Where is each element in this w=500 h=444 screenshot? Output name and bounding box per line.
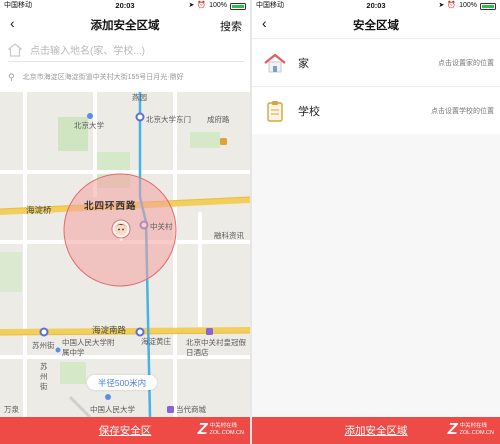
map-label-suzhou-street-vertical: 苏州街 (40, 362, 48, 391)
battery-percent: 100% (209, 2, 227, 9)
search-button[interactable]: 搜索 (220, 18, 242, 34)
location-pin-icon: ⚲ (8, 71, 15, 82)
back-button[interactable]: ‹ (262, 15, 267, 31)
map-label-north-4th-ring: 北四环西路 (84, 201, 137, 212)
nav-bar: ‹ 安全区域 (252, 13, 500, 37)
safe-zones-screen: 中国移动 20:03 ➤ ⏰ 100% ‹ 安全区域 家 点击设置家的位置 学校… (252, 0, 500, 444)
alarm-icon: ⏰ (447, 2, 457, 9)
search-placeholder[interactable]: 点击输入地名(家、学校...) (30, 42, 145, 57)
zol-watermark: Z 中关村在线 ZOL.COM.CN (197, 421, 244, 438)
map-label-peking-univ-east-gate: 北京大学东门 (146, 115, 191, 124)
map-canvas[interactable] (0, 92, 250, 417)
alarm-icon: ⏰ (197, 2, 207, 9)
zol-logo-icon: Z (447, 421, 458, 438)
zol-logo-icon: Z (197, 421, 208, 438)
map-label-renmin-univ: 中国人民大学 (90, 405, 135, 414)
map-label-yanyuan: 燕园 (132, 93, 147, 102)
map-label-haidian-huangzhuang: 海淀黄庄 (141, 337, 171, 346)
home-icon (264, 52, 286, 74)
add-bar: 添加安全区域 Z 中关村在线 ZOL.COM.CN (252, 417, 500, 444)
current-address-text: 北京市海淀区海淀街道中关村大街155号日月光·鼎好 (22, 74, 184, 81)
page-title: 添加安全区域 (90, 20, 160, 32)
back-button[interactable]: ‹ (10, 15, 15, 31)
safe-zone-item-school[interactable]: 学校 点击设置学校的位置 (252, 86, 500, 134)
zol-watermark: Z 中关村在线 ZOL.COM.CN (447, 421, 494, 438)
school-icon (264, 100, 286, 122)
status-bar: 中国移动 20:03 ➤ ⏰ 100% (0, 0, 250, 12)
map-label-holiday-inn: 北京中关村皇冠假日酒店 (186, 338, 246, 357)
safe-zone-hint-home: 点击设置家的位置 (438, 60, 494, 67)
safe-zone-name-home: 家 (298, 57, 309, 70)
map-label-dangdai-mall: 当代商城 (176, 405, 206, 414)
safe-zone-item-home[interactable]: 家 点击设置家的位置 (252, 38, 500, 86)
add-safe-zone-button[interactable]: 添加安全区域 (345, 423, 408, 438)
location-arrow-icon: ➤ (188, 2, 195, 9)
nav-bar: ‹ 添加安全区域 搜索 (0, 13, 250, 37)
status-bar: 中国移动 20:03 ➤ ⏰ 100% (252, 0, 500, 12)
location-arrow-icon: ➤ (438, 2, 445, 9)
battery-icon (230, 2, 246, 10)
map-label-haidian-south-road: 海淀南路 (92, 325, 127, 335)
home-pin-icon (8, 42, 22, 57)
map-label-wanquan: 万泉 (4, 405, 19, 414)
map-label-suzhoujie: 苏州街 (32, 341, 55, 350)
current-address[interactable]: ⚲ 北京市海淀区海淀街道中关村大街155号日月光·鼎好 (8, 66, 244, 88)
map-label-zhongguancun: 中关村 (150, 222, 173, 231)
save-safe-zone-button[interactable]: 保存安全区 (99, 423, 152, 438)
battery-percent: 100% (459, 2, 477, 9)
save-bar: 保存安全区 Z 中关村在线 ZOL.COM.CN (0, 417, 250, 444)
radius-chip[interactable]: 半径500米内 (87, 375, 157, 390)
location-search-field[interactable]: 点击输入地名(家、学校...) (8, 38, 244, 62)
safe-zone-name-school: 学校 (298, 105, 320, 118)
add-safe-zone-screen: 中国移动 20:03 ➤ ⏰ 100% ‹ 添加安全区域 搜索 点击输入地名(家… (0, 0, 250, 444)
safe-zone-hint-school: 点击设置学校的位置 (431, 108, 494, 115)
child-location-avatar[interactable] (111, 219, 131, 241)
map-label-peking-univ: 北京大学 (74, 121, 104, 130)
safe-zone-list: 家 点击设置家的位置 学校 点击设置学校的位置 (252, 38, 500, 134)
map-view[interactable]: 北京大学 北京大学东门 成府路 燕园 海淀桥 北四环西路 中关村 融科资讯 海淀… (0, 92, 250, 417)
battery-icon (480, 2, 496, 10)
map-label-haidian-bridge: 海淀桥 (26, 205, 52, 215)
map-label-chengfu-road: 成府路 (207, 115, 230, 124)
map-label-renda-fuzhong: 中国人民大学附属中学 (62, 338, 115, 357)
map-label-rongke: 融科资讯 (214, 231, 244, 240)
page-title: 安全区域 (353, 20, 399, 32)
